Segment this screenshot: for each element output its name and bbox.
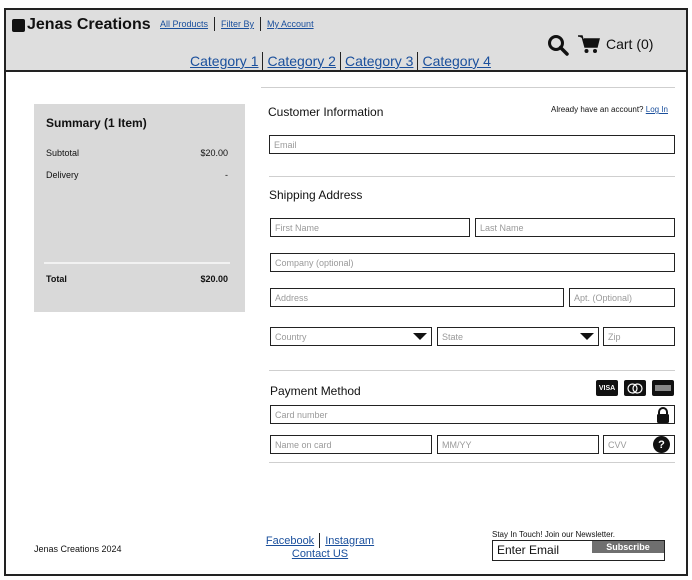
address-placeholder: Address <box>275 292 309 303</box>
mastercard-circles-icon <box>627 382 643 394</box>
divider <box>269 176 675 177</box>
last-name-placeholder: Last Name <box>480 222 524 233</box>
cvv-placeholder: CVV <box>608 439 627 450</box>
page-frame: Jenas Creations All Products Filter By M… <box>4 8 688 576</box>
apt-field[interactable]: Apt. (Optional) <box>569 288 675 307</box>
first-name-placeholder: First Name <box>275 222 320 233</box>
delivery-value: - <box>225 170 228 180</box>
chevron-down-icon <box>413 333 427 340</box>
order-summary: Summary (1 Item) Subtotal $20.00 Deliver… <box>34 104 245 312</box>
nav-separator <box>339 52 341 70</box>
visa-icon: VISA <box>596 380 618 396</box>
first-name-field[interactable]: First Name <box>270 218 470 237</box>
shipping-title: Shipping Address <box>269 188 363 202</box>
divider <box>269 462 675 463</box>
nav-my-account[interactable]: My Account <box>267 19 314 29</box>
footer-separator <box>319 533 321 548</box>
expiry-placeholder: MM/YY <box>442 439 472 450</box>
search-icon[interactable] <box>547 34 569 56</box>
nav-category-2[interactable]: Category 2 <box>267 53 335 69</box>
state-placeholder: State <box>442 331 464 342</box>
country-placeholder: Country <box>275 331 307 342</box>
cvv-field[interactable]: CVV ? <box>603 435 675 454</box>
footer-contact-link[interactable]: Contact US <box>292 548 348 560</box>
newsletter-email-field[interactable]: Enter Email <box>493 541 592 560</box>
newsletter-form: Enter Email Subscribe <box>492 540 665 561</box>
nav-separator <box>417 52 419 70</box>
nav-category-4[interactable]: Category 4 <box>422 53 490 69</box>
nav-separator <box>262 52 264 70</box>
summary-delivery-row: Delivery - <box>46 170 228 180</box>
brand-icon <box>12 18 25 32</box>
total-label: Total <box>46 274 67 284</box>
login-prompt: Already have an account? Log In <box>551 105 668 114</box>
nav-separator <box>214 17 216 31</box>
zip-placeholder: Zip <box>608 331 621 342</box>
total-value: $20.00 <box>200 274 228 284</box>
delivery-label: Delivery <box>46 170 79 180</box>
name-on-card-field[interactable]: Name on card <box>270 435 432 454</box>
summary-subtotal-row: Subtotal $20.00 <box>46 148 228 158</box>
cart-button[interactable]: Cart (0) <box>578 34 653 54</box>
company-placeholder: Company (optional) <box>275 257 354 268</box>
last-name-field[interactable]: Last Name <box>475 218 675 237</box>
footer-links: Facebook Instagram Contact US <box>262 533 378 560</box>
site-header: Jenas Creations All Products Filter By M… <box>6 10 686 72</box>
summary-title: Summary (1 Item) <box>46 116 147 130</box>
zip-field[interactable]: Zip <box>603 327 675 346</box>
cart-icon <box>578 35 600 53</box>
customer-info-title: Customer Information <box>268 105 384 119</box>
nav-category-3[interactable]: Category 3 <box>345 53 413 69</box>
top-navigation: All Products Filter By My Account <box>160 17 314 31</box>
nav-separator <box>260 17 262 31</box>
email-placeholder: Email <box>274 139 297 150</box>
nav-category-1[interactable]: Category 1 <box>190 53 258 69</box>
lock-icon <box>657 406 669 423</box>
address-field[interactable]: Address <box>270 288 564 307</box>
card-logos: VISA <box>596 380 674 396</box>
summary-divider <box>44 262 230 264</box>
divider <box>269 370 675 371</box>
chevron-down-icon <box>580 333 594 340</box>
divider <box>261 87 675 88</box>
login-prompt-text: Already have an account? <box>551 105 644 114</box>
mastercard-icon <box>624 380 646 396</box>
company-field[interactable]: Company (optional) <box>270 253 675 272</box>
subtotal-value: $20.00 <box>200 148 228 158</box>
card-number-placeholder: Card number <box>275 409 328 420</box>
subtotal-label: Subtotal <box>46 148 80 158</box>
footer-facebook-link[interactable]: Facebook <box>266 535 314 547</box>
cart-label: Cart (0) <box>606 36 654 52</box>
state-select[interactable]: State <box>437 327 599 346</box>
expiry-field[interactable]: MM/YY <box>437 435 599 454</box>
brand-name: Jenas Creations <box>27 16 151 33</box>
subscribe-button[interactable]: Subscribe <box>592 541 664 553</box>
card-number-field[interactable]: Card number <box>270 405 675 424</box>
footer-copyright: Jenas Creations 2024 <box>34 544 122 554</box>
nav-filter-by[interactable]: Filter By <box>221 19 254 29</box>
summary-total-row: Total $20.00 <box>46 274 228 284</box>
email-field[interactable]: Email <box>269 135 675 154</box>
brand-logo[interactable]: Jenas Creations <box>12 16 151 34</box>
amex-lines-icon <box>655 385 671 391</box>
payment-title: Payment Method <box>270 384 361 398</box>
country-select[interactable]: Country <box>270 327 432 346</box>
footer-instagram-link[interactable]: Instagram <box>325 535 374 547</box>
nav-all-products[interactable]: All Products <box>160 19 208 29</box>
help-icon[interactable]: ? <box>653 436 670 453</box>
newsletter-label: Stay In Touch! Join our Newsletter. <box>492 530 616 539</box>
apt-placeholder: Apt. (Optional) <box>574 292 633 303</box>
name-on-card-placeholder: Name on card <box>275 439 332 450</box>
category-navigation: Category 1 Category 2 Category 3 Categor… <box>190 52 491 70</box>
amex-icon <box>652 380 674 396</box>
login-link[interactable]: Log In <box>646 105 668 114</box>
